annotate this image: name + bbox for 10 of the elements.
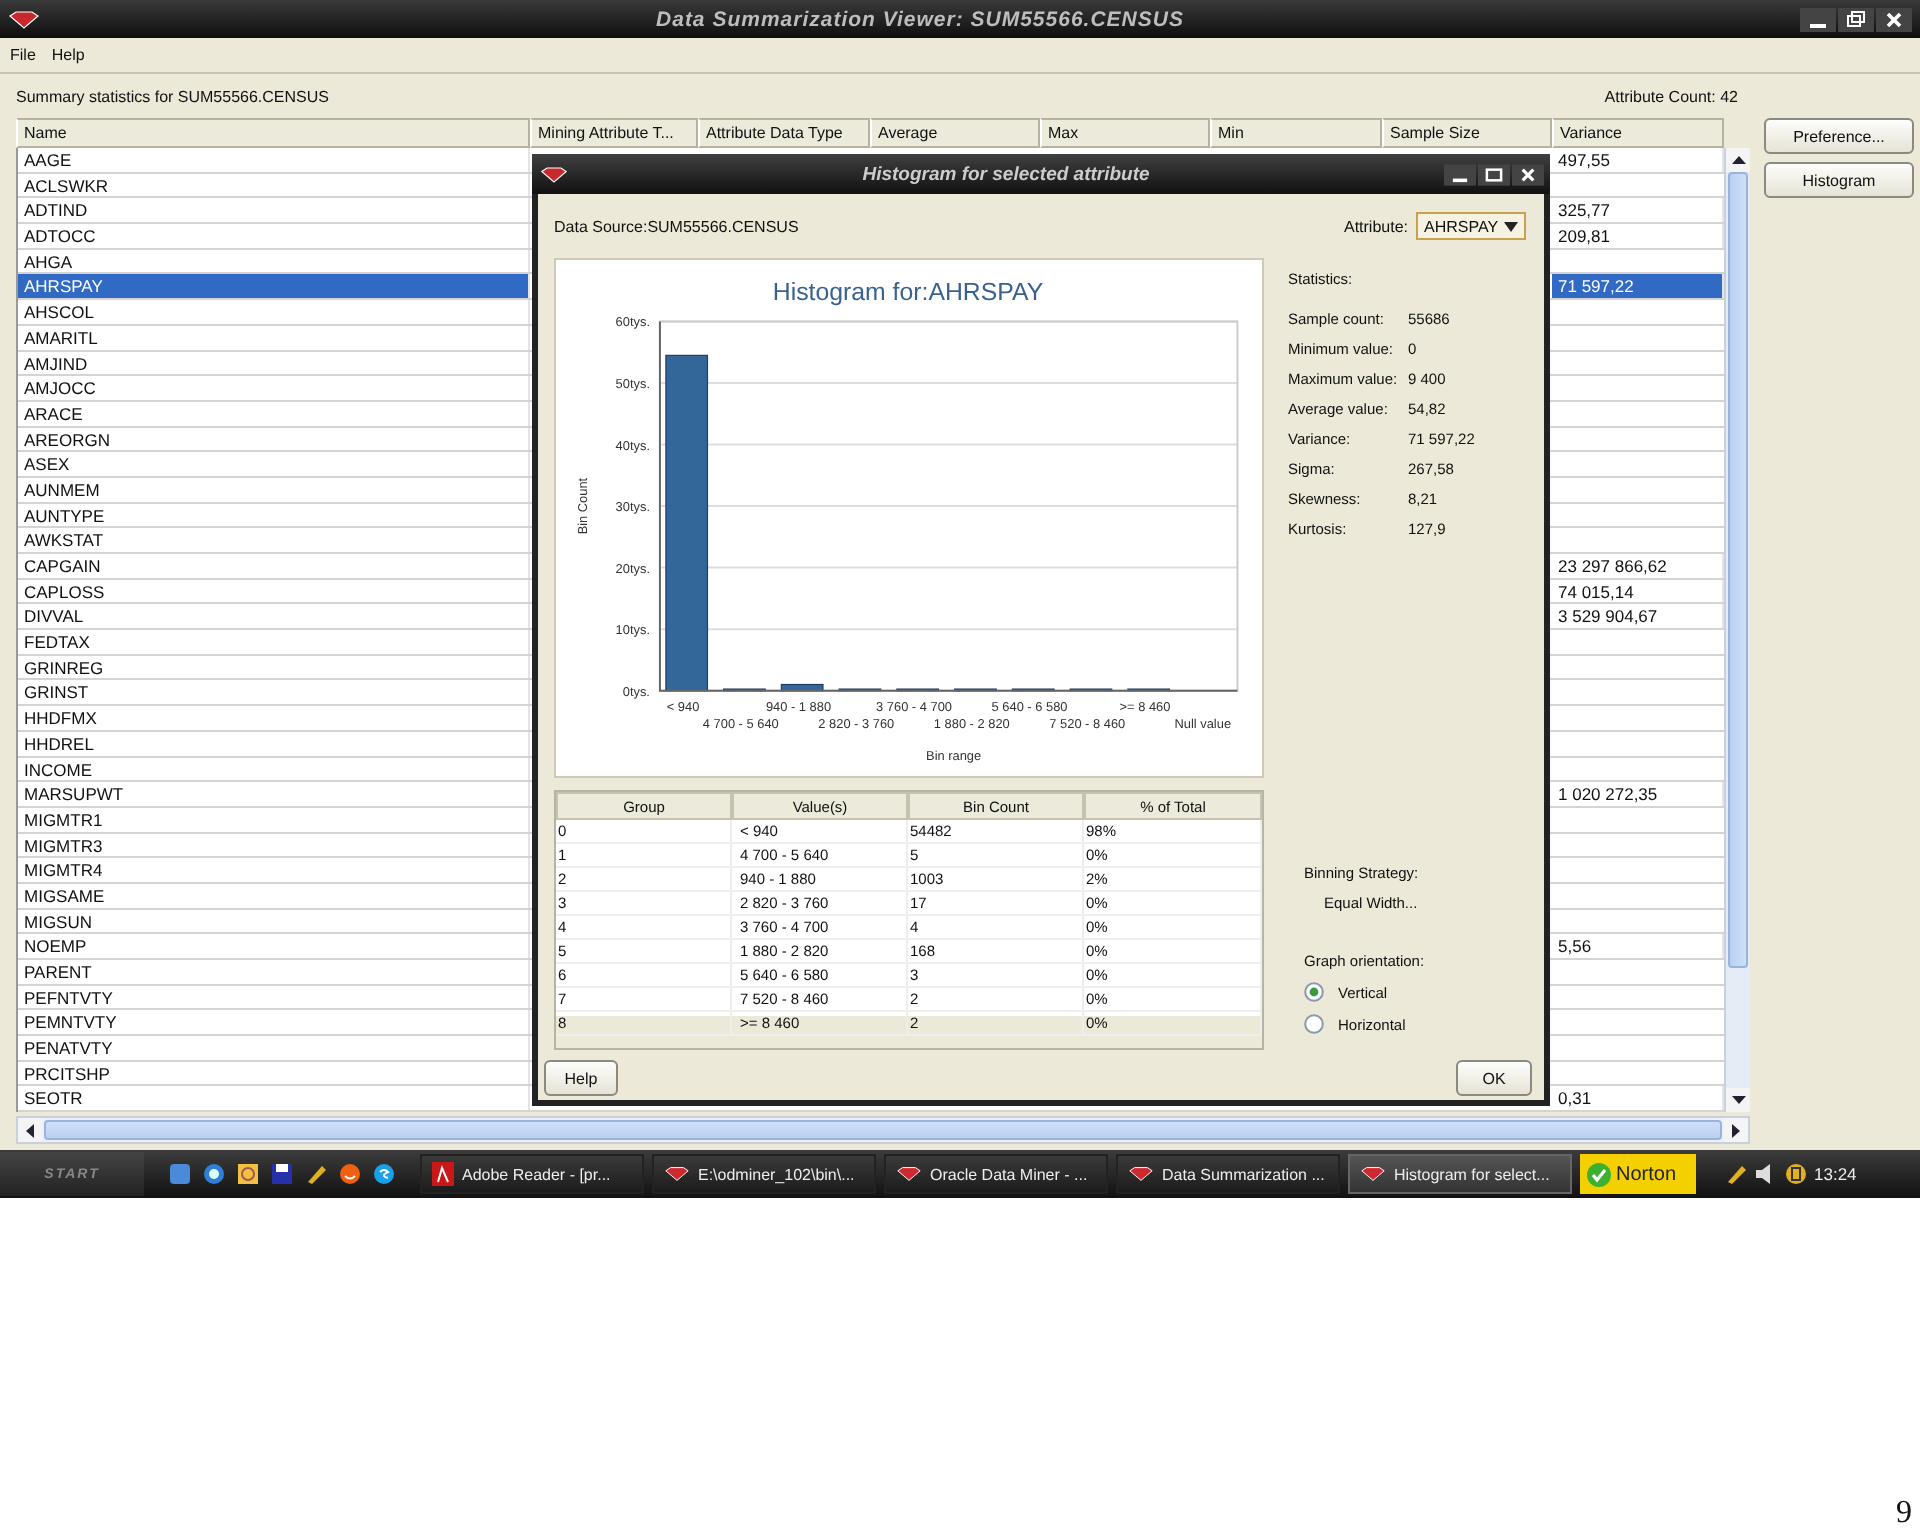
data-source: Data Source:SUM55566.CENSUS [554,217,799,235]
chart-title: Histogram for:AHRSPAY [772,277,1044,306]
attribute-count: Attribute Count: 42 [1604,87,1738,105]
clock: 13:24 [1814,1164,1857,1184]
summary-caption: Summary statistics for SUM55566.CENSUS [16,87,329,105]
dialog-title: Histogram for selected attribute [860,163,1152,185]
table-cell: 71 597,22 [1552,274,1724,299]
attribute-label: Attribute: [1343,217,1408,235]
window-title: Data Summarization Viewer: SUM55566.CENSUS [654,7,1186,31]
page-number: 9 [1896,1496,1912,1532]
